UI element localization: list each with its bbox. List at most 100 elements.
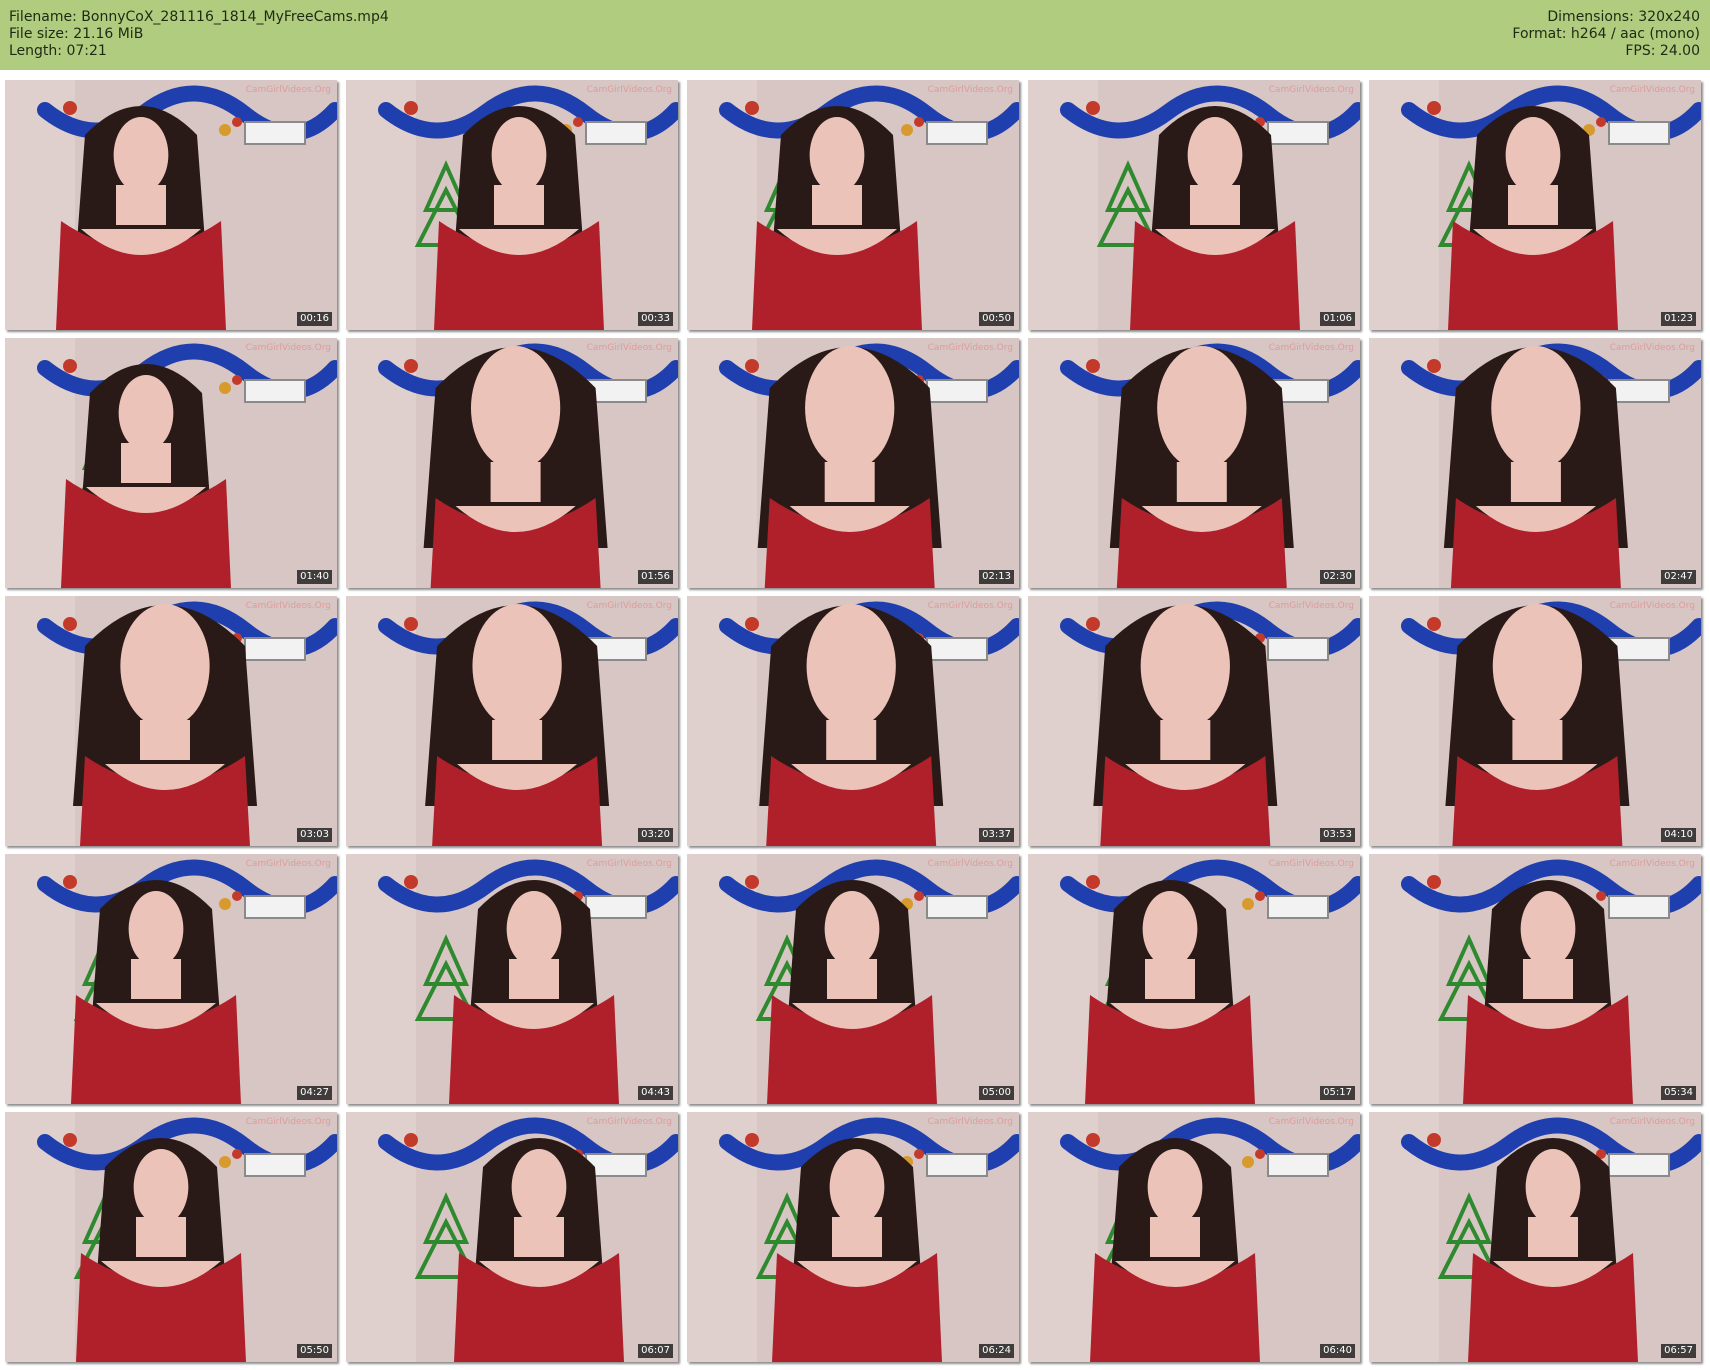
watermark-text: CamGirlVideos.Org xyxy=(1268,1117,1354,1127)
frame-timestamp: 03:03 xyxy=(297,828,332,842)
watermark-text: CamGirlVideos.Org xyxy=(1268,343,1354,353)
video-frame-thumbnail[interactable]: CamGirlVideos.Org 04:43 xyxy=(346,854,678,1104)
video-frame-thumbnail[interactable]: CamGirlVideos.Org 02:47 xyxy=(1369,338,1701,588)
frame-timestamp: 00:33 xyxy=(638,312,673,326)
video-frame-thumbnail[interactable]: CamGirlVideos.Org 01:06 xyxy=(1028,80,1360,330)
video-frame-thumbnail[interactable]: CamGirlVideos.Org 01:40 xyxy=(5,338,337,588)
frame-image xyxy=(346,596,678,846)
watermark-text: CamGirlVideos.Org xyxy=(927,859,1013,869)
frame-image xyxy=(687,596,1019,846)
frame-timestamp: 03:53 xyxy=(1320,828,1355,842)
frame-image xyxy=(346,1112,678,1362)
watermark-text: CamGirlVideos.Org xyxy=(586,859,672,869)
file-info: Filename: BonnyCoX_281116_1814_MyFreeCam… xyxy=(9,9,389,60)
frame-timestamp: 01:40 xyxy=(297,570,332,584)
video-frame-thumbnail[interactable]: CamGirlVideos.Org 05:00 xyxy=(687,854,1019,1104)
watermark-text: CamGirlVideos.Org xyxy=(245,85,331,95)
video-frame-thumbnail[interactable]: CamGirlVideos.Org 06:40 xyxy=(1028,1112,1360,1362)
frame-image xyxy=(1028,338,1360,588)
frame-timestamp: 02:30 xyxy=(1320,570,1355,584)
dimensions-text: Dimensions: 320x240 xyxy=(1547,9,1700,25)
video-frame-thumbnail[interactable]: CamGirlVideos.Org 02:30 xyxy=(1028,338,1360,588)
file-size-text: File size: 21.16 MiB xyxy=(9,26,144,42)
frame-image xyxy=(687,854,1019,1104)
video-frame-thumbnail[interactable]: CamGirlVideos.Org 05:17 xyxy=(1028,854,1360,1104)
video-frame-thumbnail[interactable]: CamGirlVideos.Org 00:50 xyxy=(687,80,1019,330)
watermark-text: CamGirlVideos.Org xyxy=(1268,85,1354,95)
frame-image xyxy=(5,854,337,1104)
frame-image xyxy=(1028,1112,1360,1362)
filename-text: Filename: BonnyCoX_281116_1814_MyFreeCam… xyxy=(9,9,389,25)
video-frame-thumbnail[interactable]: CamGirlVideos.Org 03:37 xyxy=(687,596,1019,846)
contact-sheet-header: Filename: BonnyCoX_281116_1814_MyFreeCam… xyxy=(0,0,1710,70)
video-frame-thumbnail[interactable]: CamGirlVideos.Org 02:13 xyxy=(687,338,1019,588)
frame-image xyxy=(687,1112,1019,1362)
frame-image xyxy=(1028,80,1360,330)
video-frame-thumbnail[interactable]: CamGirlVideos.Org 03:53 xyxy=(1028,596,1360,846)
video-frame-thumbnail[interactable]: CamGirlVideos.Org 00:16 xyxy=(5,80,337,330)
frame-image xyxy=(1369,1112,1701,1362)
frame-timestamp: 03:37 xyxy=(979,828,1014,842)
video-frame-thumbnail[interactable]: CamGirlVideos.Org 06:57 xyxy=(1369,1112,1701,1362)
watermark-text: CamGirlVideos.Org xyxy=(1609,1117,1695,1127)
frame-image xyxy=(5,338,337,588)
frame-timestamp: 04:10 xyxy=(1661,828,1696,842)
watermark-text: CamGirlVideos.Org xyxy=(927,601,1013,611)
frame-timestamp: 00:16 xyxy=(297,312,332,326)
frame-timestamp: 03:20 xyxy=(638,828,673,842)
frame-timestamp: 06:57 xyxy=(1661,1344,1696,1358)
frame-timestamp: 01:06 xyxy=(1320,312,1355,326)
frame-image xyxy=(687,80,1019,330)
frame-timestamp: 05:50 xyxy=(297,1344,332,1358)
video-frame-thumbnail[interactable]: CamGirlVideos.Org 00:33 xyxy=(346,80,678,330)
watermark-text: CamGirlVideos.Org xyxy=(1268,859,1354,869)
watermark-text: CamGirlVideos.Org xyxy=(586,85,672,95)
watermark-text: CamGirlVideos.Org xyxy=(1268,601,1354,611)
frame-image xyxy=(1028,854,1360,1104)
frame-timestamp: 01:23 xyxy=(1661,312,1696,326)
frame-image xyxy=(1028,596,1360,846)
frame-image xyxy=(346,338,678,588)
thumbnail-grid: CamGirlVideos.Org 00:16 CamGirlVideos.Org 0… xyxy=(0,70,1710,1370)
frame-image xyxy=(5,596,337,846)
watermark-text: CamGirlVideos.Org xyxy=(1609,601,1695,611)
frame-image xyxy=(346,854,678,1104)
frame-image xyxy=(1369,338,1701,588)
frame-image xyxy=(346,80,678,330)
frame-timestamp: 05:34 xyxy=(1661,1086,1696,1100)
watermark-text: CamGirlVideos.Org xyxy=(927,1117,1013,1127)
video-frame-thumbnail[interactable]: CamGirlVideos.Org 04:27 xyxy=(5,854,337,1104)
fps-text: FPS: 24.00 xyxy=(1625,43,1700,59)
frame-timestamp: 04:27 xyxy=(297,1086,332,1100)
frame-image xyxy=(1369,854,1701,1104)
frame-timestamp: 06:40 xyxy=(1320,1344,1355,1358)
frame-timestamp: 06:24 xyxy=(979,1344,1014,1358)
frame-timestamp: 06:07 xyxy=(638,1344,673,1358)
watermark-text: CamGirlVideos.Org xyxy=(245,859,331,869)
watermark-text: CamGirlVideos.Org xyxy=(245,343,331,353)
frame-image xyxy=(5,1112,337,1362)
watermark-text: CamGirlVideos.Org xyxy=(245,1117,331,1127)
video-frame-thumbnail[interactable]: CamGirlVideos.Org 01:56 xyxy=(346,338,678,588)
video-frame-thumbnail[interactable]: CamGirlVideos.Org 06:07 xyxy=(346,1112,678,1362)
video-frame-thumbnail[interactable]: CamGirlVideos.Org 01:23 xyxy=(1369,80,1701,330)
video-frame-thumbnail[interactable]: CamGirlVideos.Org 06:24 xyxy=(687,1112,1019,1362)
frame-image xyxy=(1369,596,1701,846)
format-text: Format: h264 / aac (mono) xyxy=(1512,26,1700,42)
watermark-text: CamGirlVideos.Org xyxy=(1609,859,1695,869)
video-info: Dimensions: 320x240 Format: h264 / aac (… xyxy=(1512,9,1700,60)
frame-timestamp: 01:56 xyxy=(638,570,673,584)
video-frame-thumbnail[interactable]: CamGirlVideos.Org 04:10 xyxy=(1369,596,1701,846)
frame-timestamp: 05:17 xyxy=(1320,1086,1355,1100)
watermark-text: CamGirlVideos.Org xyxy=(1609,85,1695,95)
watermark-text: CamGirlVideos.Org xyxy=(927,85,1013,95)
video-frame-thumbnail[interactable]: CamGirlVideos.Org 03:20 xyxy=(346,596,678,846)
frame-timestamp: 02:13 xyxy=(979,570,1014,584)
frame-image xyxy=(5,80,337,330)
length-text: Length: 07:21 xyxy=(9,43,107,59)
frame-image xyxy=(1369,80,1701,330)
frame-timestamp: 05:00 xyxy=(979,1086,1014,1100)
video-frame-thumbnail[interactable]: CamGirlVideos.Org 05:50 xyxy=(5,1112,337,1362)
video-frame-thumbnail[interactable]: CamGirlVideos.Org 05:34 xyxy=(1369,854,1701,1104)
video-frame-thumbnail[interactable]: CamGirlVideos.Org 03:03 xyxy=(5,596,337,846)
